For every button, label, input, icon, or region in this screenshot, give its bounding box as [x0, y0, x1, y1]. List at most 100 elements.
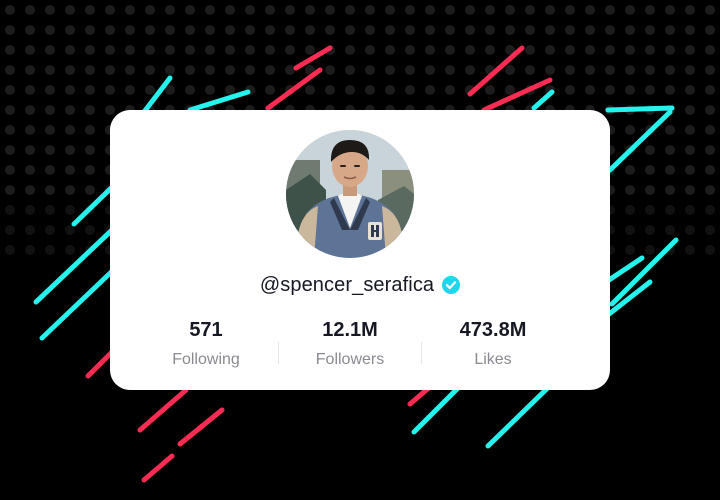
background-dot — [665, 205, 675, 215]
stat-followers[interactable]: 12.1M Followers — [275, 318, 425, 378]
background-dot — [505, 5, 515, 15]
background-dot — [385, 85, 395, 95]
likes-label: Likes — [474, 351, 512, 368]
background-dot — [285, 65, 295, 75]
background-dot — [285, 5, 295, 15]
background-dot — [665, 165, 675, 175]
background-dot — [405, 45, 415, 55]
background-dot — [65, 145, 75, 155]
background-dot — [645, 65, 655, 75]
background-dot — [365, 85, 375, 95]
background-dot — [25, 105, 35, 115]
background-dot — [65, 165, 75, 175]
background-dot — [565, 85, 575, 95]
background-dot — [605, 85, 615, 95]
background-dot — [5, 105, 15, 115]
background-dot — [265, 5, 275, 15]
background-dot — [25, 245, 35, 255]
background-dot — [145, 65, 155, 75]
background-dot — [345, 25, 355, 35]
background-dot — [585, 85, 595, 95]
background-dot — [625, 65, 635, 75]
background-dot — [605, 25, 615, 35]
background-dot — [225, 5, 235, 15]
background-dot — [265, 85, 275, 95]
username-handle[interactable]: @spencer_serafica — [260, 274, 434, 297]
background-dot — [465, 5, 475, 15]
background-dot — [205, 65, 215, 75]
background-dot — [325, 5, 335, 15]
background-dot — [445, 25, 455, 35]
background-dot — [425, 65, 435, 75]
stats-row: 571 Following 12.1M Followers 473.8M Lik… — [110, 318, 610, 378]
background-dot — [45, 45, 55, 55]
background-dot — [485, 45, 495, 55]
background-dot — [85, 145, 95, 155]
background-stripe — [605, 105, 675, 113]
background-dot — [645, 225, 655, 235]
stat-likes[interactable]: 473.8M Likes — [418, 318, 568, 378]
background-dot — [5, 245, 15, 255]
background-dot — [405, 65, 415, 75]
background-dot — [505, 25, 515, 35]
background-dot — [565, 25, 575, 35]
background-dot — [85, 225, 95, 235]
background-dot — [685, 225, 695, 235]
background-dot — [545, 45, 555, 55]
avatar[interactable] — [286, 130, 414, 258]
background-dot — [585, 25, 595, 35]
background-dot — [625, 185, 635, 195]
background-dot — [645, 245, 655, 255]
background-dot — [45, 205, 55, 215]
background-dot — [5, 25, 15, 35]
background-dot — [25, 185, 35, 195]
background-dot — [385, 65, 395, 75]
background-dot — [705, 185, 715, 195]
background-dot — [45, 5, 55, 15]
background-dot — [65, 185, 75, 195]
background-dot — [625, 125, 635, 135]
background-dot — [245, 25, 255, 35]
background-stripe — [33, 227, 115, 305]
background-dot — [405, 25, 415, 35]
background-dot — [525, 45, 535, 55]
likes-count: 473.8M — [459, 319, 527, 341]
background-dot — [65, 125, 75, 135]
background-dot — [685, 105, 695, 115]
background-dot — [45, 225, 55, 235]
background-dot — [345, 45, 355, 55]
following-count: 571 — [189, 319, 223, 341]
background-dot — [125, 65, 135, 75]
background-dot — [5, 165, 15, 175]
background-dot — [625, 85, 635, 95]
background-dot — [225, 85, 235, 95]
background-dot — [105, 5, 115, 15]
background-dot — [645, 185, 655, 195]
background-dot — [685, 165, 695, 175]
background-dot — [705, 165, 715, 175]
background-dot — [705, 245, 715, 255]
background-dot — [125, 85, 135, 95]
background-dot — [5, 205, 15, 215]
background-dot — [5, 5, 15, 15]
background-dot — [645, 205, 655, 215]
background-dot — [5, 65, 15, 75]
background-dot — [25, 45, 35, 55]
background-dot — [365, 5, 375, 15]
background-dot — [185, 65, 195, 75]
stat-following[interactable]: 571 Following — [131, 318, 281, 378]
background-dot — [485, 85, 495, 95]
background-dot — [645, 85, 655, 95]
background-dot — [425, 45, 435, 55]
background-dot — [305, 5, 315, 15]
background-dot — [345, 5, 355, 15]
background-dot — [205, 25, 215, 35]
background-dot — [425, 5, 435, 15]
background-dot — [705, 205, 715, 215]
background-dot — [85, 125, 95, 135]
background-stripe — [141, 453, 175, 483]
background-dot — [625, 45, 635, 55]
background-dot — [205, 85, 215, 95]
background-dot — [685, 145, 695, 155]
background-dot — [185, 25, 195, 35]
